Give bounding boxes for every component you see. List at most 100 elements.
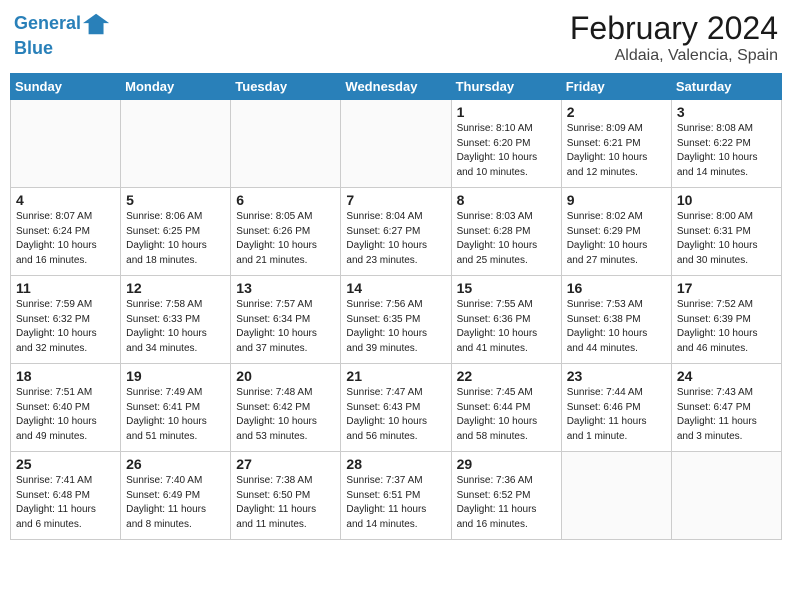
day-info: Sunrise: 7:38 AM Sunset: 6:50 PM Dayligh… [236, 474, 335, 532]
calendar-cell: 11 Sunrise: 7:59 AM Sunset: 6:32 PM Dayli… [11, 276, 121, 364]
day-info: Sunrise: 7:52 AM Sunset: 6:39 PM Dayligh… [677, 298, 776, 356]
calendar-cell [341, 100, 451, 188]
day-number: 20 [236, 368, 335, 384]
day-number: 6 [236, 192, 335, 208]
calendar-cell: 23 Sunrise: 7:44 AM Sunset: 6:46 PM Dayli… [561, 364, 671, 452]
day-info: Sunrise: 7:59 AM Sunset: 6:32 PM Dayligh… [16, 298, 115, 356]
day-number: 26 [126, 456, 225, 472]
day-number: 8 [457, 192, 556, 208]
day-number: 29 [457, 456, 556, 472]
weekday-header: Friday [561, 74, 671, 100]
calendar-cell: 16Sunrise: 7:53 AM Sunset: 6:38 PM Dayli… [561, 276, 671, 364]
calendar-cell [231, 100, 341, 188]
day-number: 25 [16, 456, 115, 472]
calendar-cell: 13Sunrise: 7:57 AM Sunset: 6:34 PM Dayli… [231, 276, 341, 364]
calendar-cell: 15 Sunrise: 7:55 AM Sunset: 6:36 PM Dayli… [451, 276, 561, 364]
logo-icon [83, 10, 111, 38]
day-info: Sunrise: 7:45 AM Sunset: 6:44 PM Dayligh… [457, 386, 556, 444]
day-number: 5 [126, 192, 225, 208]
calendar-cell: 14 Sunrise: 7:56 AM Sunset: 6:35 PM Dayli… [341, 276, 451, 364]
day-info: Sunrise: 7:49 AM Sunset: 6:41 PM Dayligh… [126, 386, 225, 444]
day-info: Sunrise: 8:03 AM Sunset: 6:28 PM Dayligh… [457, 210, 556, 268]
day-number: 11 [16, 280, 115, 296]
day-info: Sunrise: 7:36 AM Sunset: 6:52 PM Dayligh… [457, 474, 556, 532]
day-number: 10 [677, 192, 776, 208]
calendar-cell: 19 Sunrise: 7:49 AM Sunset: 6:41 PM Dayli… [121, 364, 231, 452]
calendar-cell: 12 Sunrise: 7:58 AM Sunset: 6:33 PM Dayli… [121, 276, 231, 364]
day-number: 2 [567, 104, 666, 120]
calendar-cell: 5 Sunrise: 8:06 AM Sunset: 6:25 PM Daylig… [121, 188, 231, 276]
day-number: 7 [346, 192, 445, 208]
day-number: 4 [16, 192, 115, 208]
logo-text: General [14, 13, 81, 35]
day-number: 12 [126, 280, 225, 296]
day-number: 18 [16, 368, 115, 384]
calendar-cell: 4Sunrise: 8:07 AM Sunset: 6:24 PM Daylig… [11, 188, 121, 276]
day-number: 28 [346, 456, 445, 472]
day-info: Sunrise: 7:41 AM Sunset: 6:48 PM Dayligh… [16, 474, 115, 532]
day-info: Sunrise: 8:02 AM Sunset: 6:29 PM Dayligh… [567, 210, 666, 268]
calendar-cell: 8 Sunrise: 8:03 AM Sunset: 6:28 PM Daylig… [451, 188, 561, 276]
day-info: Sunrise: 7:47 AM Sunset: 6:43 PM Dayligh… [346, 386, 445, 444]
title-block: February 2024 Aldaia, Valencia, Spain [570, 10, 778, 65]
day-info: Sunrise: 7:37 AM Sunset: 6:51 PM Dayligh… [346, 474, 445, 532]
day-info: Sunrise: 7:40 AM Sunset: 6:49 PM Dayligh… [126, 474, 225, 532]
day-info: Sunrise: 8:08 AM Sunset: 6:22 PM Dayligh… [677, 122, 776, 180]
calendar-cell: 10 Sunrise: 8:00 AM Sunset: 6:31 PM Dayli… [671, 188, 781, 276]
calendar-cell: 29 Sunrise: 7:36 AM Sunset: 6:52 PM Dayli… [451, 452, 561, 540]
day-number: 14 [346, 280, 445, 296]
location: Aldaia, Valencia, Spain [570, 47, 778, 65]
day-number: 19 [126, 368, 225, 384]
day-info: Sunrise: 7:43 AM Sunset: 6:47 PM Dayligh… [677, 386, 776, 444]
weekday-header: Tuesday [231, 74, 341, 100]
day-number: 9 [567, 192, 666, 208]
calendar-cell: 28 Sunrise: 7:37 AM Sunset: 6:51 PM Dayli… [341, 452, 451, 540]
weekday-header: Saturday [671, 74, 781, 100]
calendar-cell: 17 Sunrise: 7:52 AM Sunset: 6:39 PM Dayli… [671, 276, 781, 364]
day-info: Sunrise: 8:10 AM Sunset: 6:20 PM Dayligh… [457, 122, 556, 180]
calendar-cell: 6 Sunrise: 8:05 AM Sunset: 6:26 PM Daylig… [231, 188, 341, 276]
day-info: Sunrise: 7:44 AM Sunset: 6:46 PM Dayligh… [567, 386, 666, 444]
logo-blue: Blue [14, 38, 111, 60]
weekday-header: Thursday [451, 74, 561, 100]
day-number: 1 [457, 104, 556, 120]
weekday-header: Sunday [11, 74, 121, 100]
day-info: Sunrise: 7:56 AM Sunset: 6:35 PM Dayligh… [346, 298, 445, 356]
day-number: 22 [457, 368, 556, 384]
calendar-cell: 21Sunrise: 7:47 AM Sunset: 6:43 PM Dayli… [341, 364, 451, 452]
day-number: 13 [236, 280, 335, 296]
calendar-cell: 27 Sunrise: 7:38 AM Sunset: 6:50 PM Dayli… [231, 452, 341, 540]
calendar-cell: 7 Sunrise: 8:04 AM Sunset: 6:27 PM Daylig… [341, 188, 451, 276]
day-info: Sunrise: 7:53 AM Sunset: 6:38 PM Dayligh… [567, 298, 666, 356]
calendar-cell: 20 Sunrise: 7:48 AM Sunset: 6:42 PM Dayli… [231, 364, 341, 452]
day-number: 24 [677, 368, 776, 384]
month-title: February 2024 [570, 10, 778, 47]
day-info: Sunrise: 8:04 AM Sunset: 6:27 PM Dayligh… [346, 210, 445, 268]
day-info: Sunrise: 7:55 AM Sunset: 6:36 PM Dayligh… [457, 298, 556, 356]
day-number: 17 [677, 280, 776, 296]
calendar-cell [121, 100, 231, 188]
calendar-cell: 2Sunrise: 8:09 AM Sunset: 6:21 PM Daylig… [561, 100, 671, 188]
day-number: 3 [677, 104, 776, 120]
day-number: 27 [236, 456, 335, 472]
calendar-cell [671, 452, 781, 540]
page-header: General Blue February 2024 Aldaia, Valen… [10, 10, 782, 65]
day-info: Sunrise: 7:51 AM Sunset: 6:40 PM Dayligh… [16, 386, 115, 444]
day-number: 23 [567, 368, 666, 384]
calendar-cell: 18 Sunrise: 7:51 AM Sunset: 6:40 PM Dayli… [11, 364, 121, 452]
day-info: Sunrise: 8:05 AM Sunset: 6:26 PM Dayligh… [236, 210, 335, 268]
calendar-cell: 26 Sunrise: 7:40 AM Sunset: 6:49 PM Dayli… [121, 452, 231, 540]
calendar-cell: 24 Sunrise: 7:43 AM Sunset: 6:47 PM Dayli… [671, 364, 781, 452]
calendar-cell: 25 Sunrise: 7:41 AM Sunset: 6:48 PM Dayli… [11, 452, 121, 540]
day-info: Sunrise: 7:48 AM Sunset: 6:42 PM Dayligh… [236, 386, 335, 444]
day-info: Sunrise: 8:06 AM Sunset: 6:25 PM Dayligh… [126, 210, 225, 268]
day-number: 15 [457, 280, 556, 296]
day-info: Sunrise: 7:58 AM Sunset: 6:33 PM Dayligh… [126, 298, 225, 356]
calendar-cell [561, 452, 671, 540]
weekday-header: Wednesday [341, 74, 451, 100]
day-info: Sunrise: 8:00 AM Sunset: 6:31 PM Dayligh… [677, 210, 776, 268]
calendar-cell [11, 100, 121, 188]
calendar-cell: 1 Sunrise: 8:10 AM Sunset: 6:20 PM Daylig… [451, 100, 561, 188]
calendar-cell: 3 Sunrise: 8:08 AM Sunset: 6:22 PM Daylig… [671, 100, 781, 188]
calendar-table: SundayMondayTuesdayWednesdayThursdayFrid… [10, 73, 782, 540]
